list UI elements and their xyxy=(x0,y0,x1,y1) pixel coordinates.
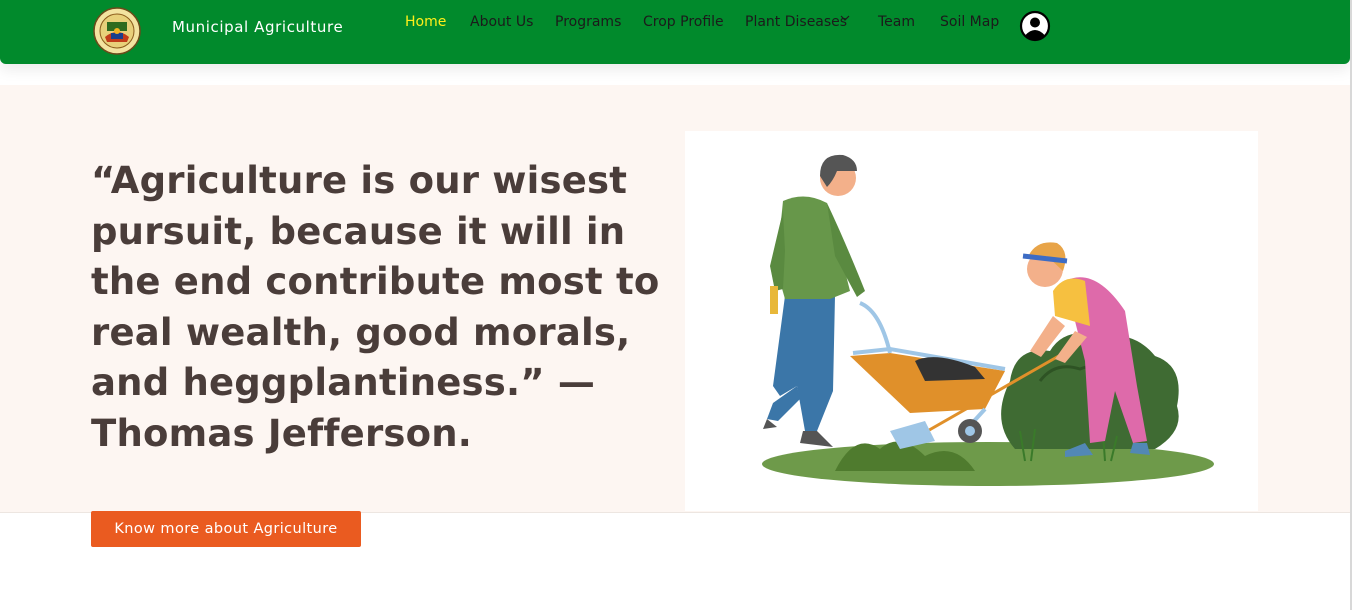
nav-crop-profile[interactable]: Crop Profile xyxy=(643,14,724,30)
brand-name[interactable]: Municipal Agriculture xyxy=(172,18,343,36)
nav-plant-diseases[interactable]: Plant Diseases xyxy=(745,14,847,30)
nav-programs[interactable]: Programs xyxy=(555,14,621,30)
illustration-card xyxy=(685,131,1258,511)
nav-about-us[interactable]: About Us xyxy=(470,14,533,30)
nav-home[interactable]: Home xyxy=(405,14,446,30)
navbar: Municipal Agriculture Home About Us Prog… xyxy=(0,0,1350,64)
nav-soil-map[interactable]: Soil Map xyxy=(940,14,999,30)
farmers-wheelbarrow-illustration xyxy=(762,154,1214,486)
nav-team[interactable]: Team xyxy=(878,14,915,30)
know-more-button[interactable]: Know more about Agriculture xyxy=(91,511,361,547)
user-circle-icon[interactable] xyxy=(1019,10,1051,42)
municipal-seal-icon[interactable] xyxy=(93,7,141,55)
chevron-down-icon[interactable] xyxy=(838,13,852,23)
hero-quote: “Agriculture is our wisest pursuit, beca… xyxy=(91,159,660,455)
